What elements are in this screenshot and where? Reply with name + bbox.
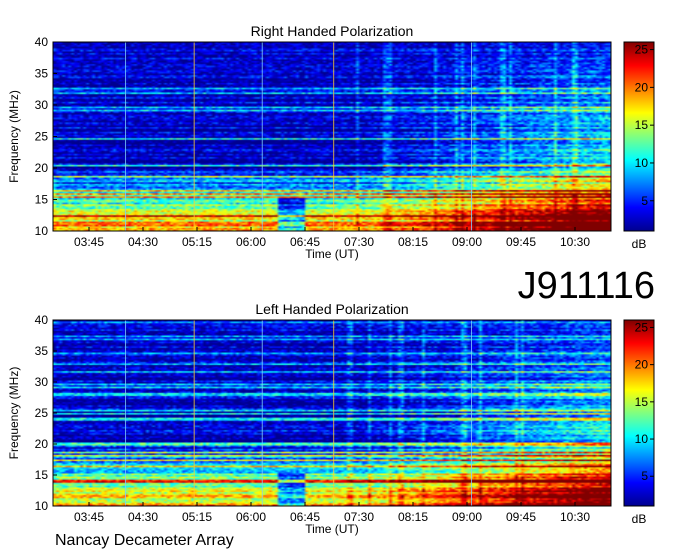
y-tick-label: 30 [35, 98, 49, 112]
x-tick-label: 08:15 [398, 235, 428, 249]
spectrogram [53, 320, 611, 506]
x-axis-label: Time (UT) [305, 522, 359, 536]
spectrogram [53, 42, 611, 231]
y-tick-label: 20 [35, 437, 49, 451]
y-tick-label: 40 [35, 313, 49, 327]
x-tick-label: 06:00 [236, 235, 266, 249]
x-tick-label: 04:30 [128, 235, 158, 249]
y-tick-label: 30 [35, 375, 49, 389]
x-axis-label: Time (UT) [305, 247, 359, 261]
colorbar-tick-label: 25 [635, 43, 649, 57]
colorbar-unit: dB [632, 512, 647, 526]
y-axis-label: Frequency (MHz) [7, 367, 21, 460]
panel-right-polarization: Right Handed Polarization 03:45 04:30 05:15… [7, 23, 655, 261]
chart-title: Right Handed Polarization [251, 23, 414, 39]
colorbar-tick-label: 20 [635, 358, 649, 372]
footer-label: Nancay Decameter Array [55, 532, 234, 549]
x-tick-label: 09:45 [506, 510, 536, 524]
x-tick-label: 10:30 [560, 235, 590, 249]
colorbar-tick-label: 15 [635, 118, 649, 132]
x-tick-label: 03:45 [74, 235, 104, 249]
x-tick-label: 09:00 [452, 235, 482, 249]
colorbar [623, 41, 655, 232]
colorbar-unit: dB [632, 237, 647, 251]
chart-title: Left Handed Polarization [255, 301, 408, 317]
x-tick-label: 04:30 [128, 510, 158, 524]
y-tick-label: 35 [35, 67, 49, 81]
colorbar-tick-label: 10 [635, 432, 649, 446]
colorbar-tick-label: 25 [635, 320, 649, 334]
colorbar-tick-label: 5 [641, 194, 648, 208]
figure-id: J911116 [518, 265, 655, 307]
y-tick-label: 20 [35, 161, 49, 175]
panel-left-polarization: Left Handed Polarization 03:45 04:30 05:15 0… [7, 301, 655, 536]
y-tick-label: 15 [35, 468, 49, 482]
x-tick-label: 09:45 [506, 235, 536, 249]
figure: Right Handed Polarization 03:45 04:30 05:15… [7, 23, 655, 549]
colorbar-tick-label: 10 [635, 156, 649, 170]
y-tick-label: 15 [35, 193, 49, 207]
x-tick-label: 05:15 [182, 510, 212, 524]
x-tick-label: 05:15 [182, 235, 212, 249]
x-tick-label: 10:30 [560, 510, 590, 524]
colorbar [623, 319, 655, 507]
x-tick-label: 03:45 [74, 510, 104, 524]
x-tick-label: 08:15 [398, 510, 428, 524]
x-tick-label: 09:00 [452, 510, 482, 524]
y-axis-label: Frequency (MHz) [7, 90, 21, 183]
y-tick-label: 25 [35, 406, 49, 420]
colorbar-tick-label: 20 [635, 80, 649, 94]
colorbar-tick-label: 15 [635, 395, 649, 409]
x-tick-label: 06:00 [236, 510, 266, 524]
y-tick-label: 35 [35, 344, 49, 358]
y-tick-label: 10 [35, 224, 49, 238]
y-tick-label: 10 [35, 499, 49, 513]
colorbar-tick-label: 5 [641, 469, 648, 483]
y-tick-label: 25 [35, 130, 49, 144]
y-tick-label: 40 [35, 35, 49, 49]
